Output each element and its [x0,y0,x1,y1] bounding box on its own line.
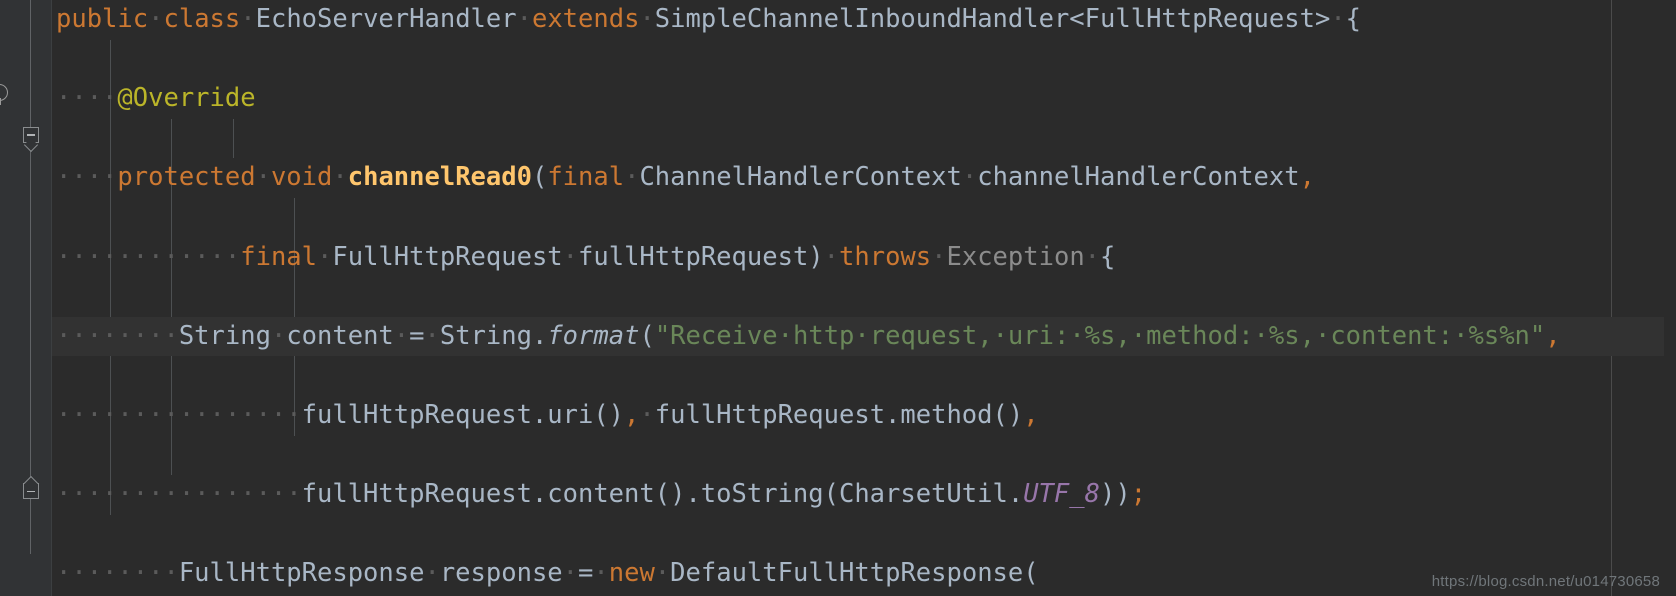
code-token: , [1545,320,1561,351]
code-editor[interactable]: public·class·EchoServerHandler·extends·S… [0,0,1676,596]
code-token: · [240,4,256,34]
code-token: fullHttpRequest) [578,241,824,272]
code-token: ( [639,320,655,351]
code-token: · [562,241,579,272]
code-line-text: ················fullHttpRequest.uri(),·f… [52,400,1039,430]
code-line[interactable]: ················fullHttpRequest.content(… [52,475,1676,515]
code-token: SimpleChannelInboundHandler<FullHttpRequ… [654,4,1331,34]
code-token: fullHttpRequest.uri() [301,399,625,430]
code-token: · [393,320,410,351]
class-fold-marker[interactable] [23,483,39,499]
code-token: · [639,4,655,34]
code-line[interactable]: ········String·content·=·String.format("… [52,316,1676,357]
code-token: ················ [56,399,302,430]
code-token: , [1299,162,1315,193]
code-token: ( [531,162,548,193]
code-token: void [270,162,333,193]
vertical-scrollbar[interactable] [1664,0,1676,596]
code-token: ············ [56,241,241,272]
code-token: { [1100,241,1116,272]
code-token: · [317,241,333,272]
code-token: ChannelHandlerContext [639,162,962,193]
code-token: String [178,320,271,351]
code-token: · [424,558,440,589]
code-token: · [562,558,579,589]
code-surface[interactable]: public·class·EchoServerHandler·extends·S… [52,0,1676,596]
code-token: · [931,241,947,272]
code-token: final [240,241,317,272]
code-token: channelHandlerContext [977,162,1300,193]
code-token: format [547,320,640,351]
code-token: content [286,320,394,351]
code-token: EchoServerHandler [255,4,517,34]
code-token: throws [839,241,932,272]
code-token: FullHttpRequest [332,241,563,272]
code-token: ········ [56,320,179,351]
collapse-minus-icon [27,134,35,136]
code-token: · [823,241,840,272]
watermark-url: https://blog.csdn.net/u014730658 [1431,573,1660,590]
code-token: { [1345,4,1362,34]
code-token: · [424,320,440,351]
code-token: FullHttpResponse [178,558,425,589]
code-token: ; [1130,479,1147,510]
code-token: "Receive·http·request,·uri:·%s,·method:·… [654,320,1546,351]
code-token: @Override [117,83,256,114]
code-line-text: ················fullHttpRequest.content(… [52,479,1146,509]
code-token: = [578,558,594,589]
code-line-text: ········String·content·=·String.format("… [52,321,1561,351]
code-token: UTF_8 [1023,479,1100,510]
code-token: · [270,320,287,351]
code-token: · [1084,241,1101,272]
code-line-text: ············final·FullHttpRequest·fullHt… [52,242,1115,272]
override-gutter-icon[interactable] [0,84,14,106]
code-token: · [961,162,978,193]
code-token: fullHttpRequest.method() [654,399,1024,430]
code-line-text: ····@Override [52,83,256,113]
code-line[interactable]: ················fullHttpRequest.uri(),·f… [52,396,1676,436]
code-token: response [439,558,563,589]
code-token: ···· [56,83,118,114]
code-token: ········ [56,558,179,589]
code-token: · [1330,4,1346,34]
code-token: , [624,399,640,430]
code-token: · [516,4,532,34]
code-line-text: ····protected·void·channelRead0(final·Ch… [52,162,1315,192]
code-token: = [409,320,425,351]
code-token: protected [117,162,256,193]
code-token: · [654,558,671,589]
code-token: · [148,4,164,34]
code-token: DefaultFullHttpResponse( [670,558,1039,589]
code-token: )) [1099,479,1131,510]
code-token: · [639,399,655,430]
code-line-text: public·class·EchoServerHandler·extends·S… [52,4,1361,34]
collapse-minus-icon [27,490,35,493]
code-token: Exception [946,241,1085,272]
code-token: ················ [56,479,302,510]
code-line-text: ········FullHttpResponse·response·=·new·… [52,558,1039,588]
code-token: · [332,162,348,193]
code-token: · [624,162,640,193]
code-token: new [608,558,655,589]
code-token: channelRead0 [347,162,532,193]
code-token: extends [531,4,640,34]
code-line[interactable]: ····@Override [52,79,1676,119]
code-token: String. [439,320,548,351]
code-token: , [1023,399,1039,430]
code-token: · [593,558,609,589]
code-line[interactable]: ············final·FullHttpRequest·fullHt… [52,238,1676,278]
code-lines[interactable]: public·class·EchoServerHandler·extends·S… [52,0,1676,588]
code-token: final [547,162,625,193]
code-token: ···· [56,162,118,193]
editor-gutter[interactable] [0,0,52,596]
code-line[interactable]: ····protected·void·channelRead0(final·Ch… [52,158,1676,198]
method-fold-marker[interactable] [23,126,39,143]
fold-region-rail [30,0,31,555]
code-token: · [255,162,271,193]
code-token: class [163,4,241,34]
code-token: public [56,4,149,34]
code-line[interactable]: public·class·EchoServerHandler·extends·S… [52,0,1676,40]
code-token: fullHttpRequest.content().toString(Chars… [301,479,1024,510]
